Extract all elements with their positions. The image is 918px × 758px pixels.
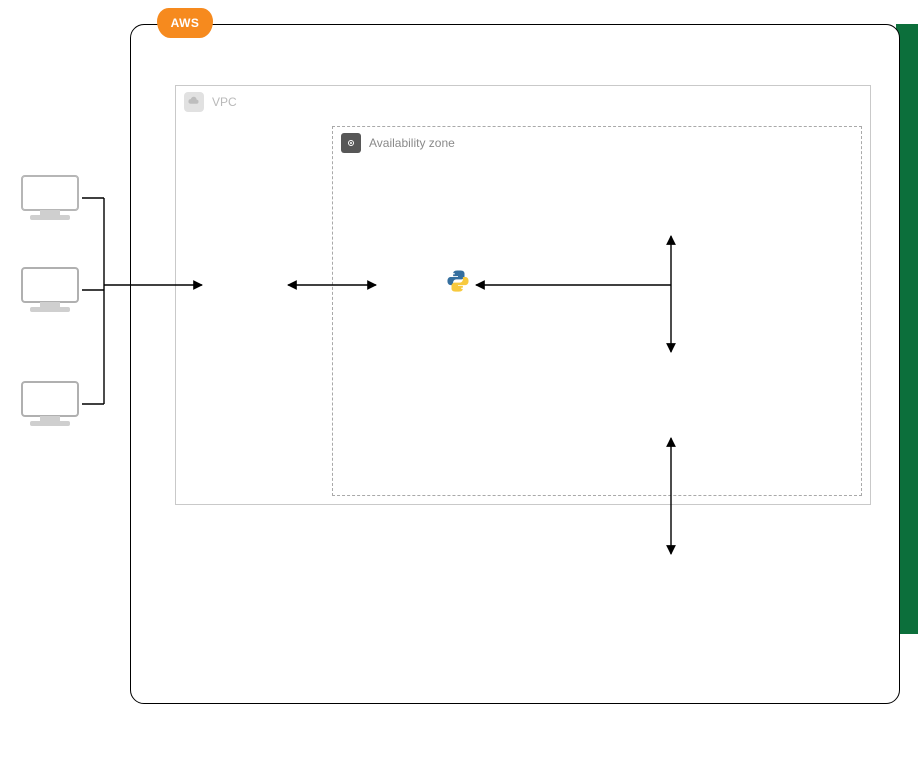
pgbouncer-in-label: Routing/Rewritefunctions [389, 271, 449, 301]
s3-label: S3 [646, 592, 706, 604]
client-pc-2 [18, 264, 82, 316]
client-pc-3 [18, 378, 82, 430]
vpc-label: VPC [212, 95, 237, 109]
aws-badge: AWS [157, 8, 213, 38]
vpc-box: VPC Availability zone [175, 85, 871, 505]
availability-zone-box: Availability zone [332, 126, 862, 496]
vpc-header: VPC [184, 92, 237, 112]
load-balancer-label: LoadBalancer [215, 276, 275, 296]
vpc-icon [184, 92, 204, 112]
redshift-label: Redshift [641, 390, 701, 400]
aws-cloud-container: AWS VPC Availability zone [130, 24, 900, 704]
python-icon [445, 268, 471, 294]
az-icon [341, 133, 361, 153]
client-pc-1 [18, 172, 82, 224]
rds-label: RDSPostgreSQL [641, 182, 703, 202]
az-label: Availability zone [369, 136, 455, 150]
az-header: Availability zone [341, 133, 455, 153]
